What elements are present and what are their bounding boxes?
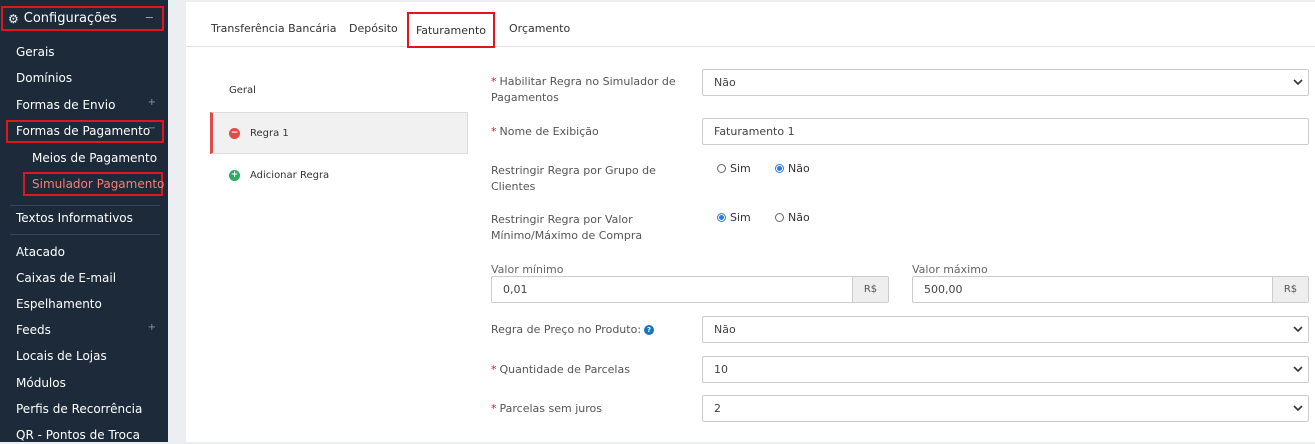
radio-label: Não	[788, 211, 810, 224]
sidebar-item-locais-lojas[interactable]: Locais de Lojas	[16, 347, 107, 365]
regra-preco-label: Regra de Preço no Produto:?	[491, 322, 655, 338]
rule-nav-regra-1[interactable]: − Regra 1	[210, 112, 468, 154]
sidebar-header-label: Configurações	[23, 11, 117, 26]
help-icon[interactable]: ?	[644, 325, 655, 335]
valor-nao-radio[interactable]: Não	[775, 211, 810, 224]
radio-circle[interactable]	[717, 164, 726, 173]
select-value: Não	[714, 323, 736, 336]
rule-nav-label: Adicionar Regra	[250, 169, 330, 181]
sidebar-item-formas-envio[interactable]: Formas de Envio	[16, 96, 115, 114]
radio-label: Sim	[730, 162, 751, 175]
quantidade-parcelas-label: * Quantidade de Parcelas	[491, 363, 630, 376]
input-value: Faturamento 1	[714, 125, 795, 138]
tab-label: Faturamento	[415, 23, 487, 37]
habilitar-regra-label: * Habilitar Regra no Simulador de Pagamen…	[491, 75, 676, 104]
label-text: Regra de Preço no Produto:	[491, 323, 642, 336]
divider	[10, 234, 160, 235]
rule-nav-label: Regra 1	[250, 127, 289, 139]
label-text: Parcelas sem juros	[499, 402, 602, 415]
input-value: 0,01	[503, 283, 528, 296]
regra-preco-select[interactable]: Não	[702, 316, 1309, 343]
sidebar-item-gerais[interactable]: Gerais	[16, 43, 55, 61]
sidebar-item-qr-pontos-troca[interactable]: QR - Pontos de Troca	[16, 426, 140, 444]
tab-orcamento[interactable]: Orçamento	[509, 22, 570, 35]
sidebar-item-feeds[interactable]: Feeds	[16, 321, 51, 339]
habilitar-regra-select[interactable]: Não	[702, 69, 1309, 96]
sidebar-item-modulos[interactable]: Módulos	[16, 374, 66, 392]
tab-transferencia-bancaria[interactable]: Transferência Bancária	[211, 22, 336, 35]
parcelas-sem-juros-label: * Parcelas sem juros	[491, 402, 602, 415]
remove-rule-icon[interactable]: −	[229, 127, 240, 139]
sidebar-item-simulador-pagamento[interactable]: Simulador Pagamento	[32, 175, 164, 193]
sidebar-item-dominios[interactable]: Domínios	[16, 69, 72, 87]
grupo-sim-radio[interactable]: Sim	[717, 162, 751, 175]
sidebar-item-caixas-email[interactable]: Caixas de E-mail	[16, 269, 116, 287]
tab-bar: Transferência Bancária Depósito Faturame…	[186, 2, 1315, 48]
nome-exibicao-input[interactable]: Faturamento 1	[702, 118, 1309, 145]
select-value: 2	[714, 402, 721, 415]
label-text: Quantidade de Parcelas	[499, 363, 630, 376]
sidebar-item-atacado[interactable]: Atacado	[16, 243, 65, 261]
valor-sim-radio[interactable]: Sim	[717, 211, 751, 224]
label-text: Nome de Exibição	[499, 125, 599, 138]
divider	[10, 205, 160, 206]
tab-faturamento[interactable]: Faturamento	[407, 12, 495, 48]
input-value: 500,00	[924, 283, 963, 296]
rule-nav-adicionar[interactable]: + Adicionar Regra	[210, 154, 468, 196]
parcelas-sem-juros-select[interactable]: 2	[702, 395, 1309, 422]
collapse-icon[interactable]: −	[148, 123, 156, 134]
select-value: Não	[714, 76, 736, 89]
select-value: 10	[714, 363, 728, 376]
valor-minimo-input[interactable]: 0,01 R$	[491, 276, 889, 303]
main-panel: Transferência Bancária Depósito Faturame…	[186, 2, 1315, 442]
sidebar-item-espelhamento[interactable]: Espelhamento	[16, 295, 102, 313]
sidebar-item-perfis-recorrencia[interactable]: Perfis de Recorrência	[16, 400, 142, 418]
rule-nav-geral[interactable]: Geral	[210, 69, 468, 111]
currency-addon: R$	[852, 277, 888, 302]
currency-addon: R$	[1272, 277, 1308, 302]
grupo-nao-radio[interactable]: Não	[775, 162, 810, 175]
tab-deposito[interactable]: Depósito	[349, 22, 398, 35]
gears-icon: ⚙	[8, 11, 19, 26]
radio-circle[interactable]	[717, 213, 726, 222]
restringir-valor-label: Restringir Regra por Valor Mínimo/Máximo…	[491, 213, 643, 242]
radio-circle[interactable]	[775, 164, 784, 173]
add-rule-icon[interactable]: +	[229, 169, 240, 181]
chevron-down-icon	[1293, 405, 1303, 412]
valor-maximo-label: Valor máximo	[912, 263, 988, 276]
collapse-icon[interactable]: −	[145, 11, 154, 24]
valor-maximo-input[interactable]: 500,00 R$	[912, 276, 1309, 303]
rule-nav-label: Geral	[229, 84, 256, 96]
valor-minimo-label: Valor mínimo	[491, 263, 564, 276]
sidebar: ⚙ Configurações − Gerais Domínios Formas…	[0, 0, 168, 442]
sidebar-section-configuracoes[interactable]: ⚙ Configurações −	[1, 6, 164, 31]
radio-label: Não	[788, 162, 810, 175]
expand-icon[interactable]: +	[148, 322, 156, 333]
expand-icon[interactable]: +	[148, 97, 156, 108]
radio-label: Sim	[730, 211, 751, 224]
chevron-down-icon	[1293, 366, 1303, 373]
nome-exibicao-label: * Nome de Exibição	[491, 125, 599, 138]
chevron-down-icon	[1293, 79, 1303, 86]
quantidade-parcelas-select[interactable]: 10	[702, 356, 1309, 383]
sidebar-item-meios-pagamento[interactable]: Meios de Pagamento	[32, 149, 157, 167]
label-text: Habilitar Regra no Simulador de Pagament…	[491, 75, 676, 104]
chevron-down-icon	[1293, 326, 1303, 333]
sidebar-item-textos-informativos[interactable]: Textos Informativos	[16, 209, 133, 227]
restringir-grupo-label: Restringir Regra por Grupo de Clientes	[491, 164, 656, 193]
radio-circle[interactable]	[775, 213, 784, 222]
sidebar-item-formas-pagamento[interactable]: Formas de Pagamento	[16, 122, 150, 140]
